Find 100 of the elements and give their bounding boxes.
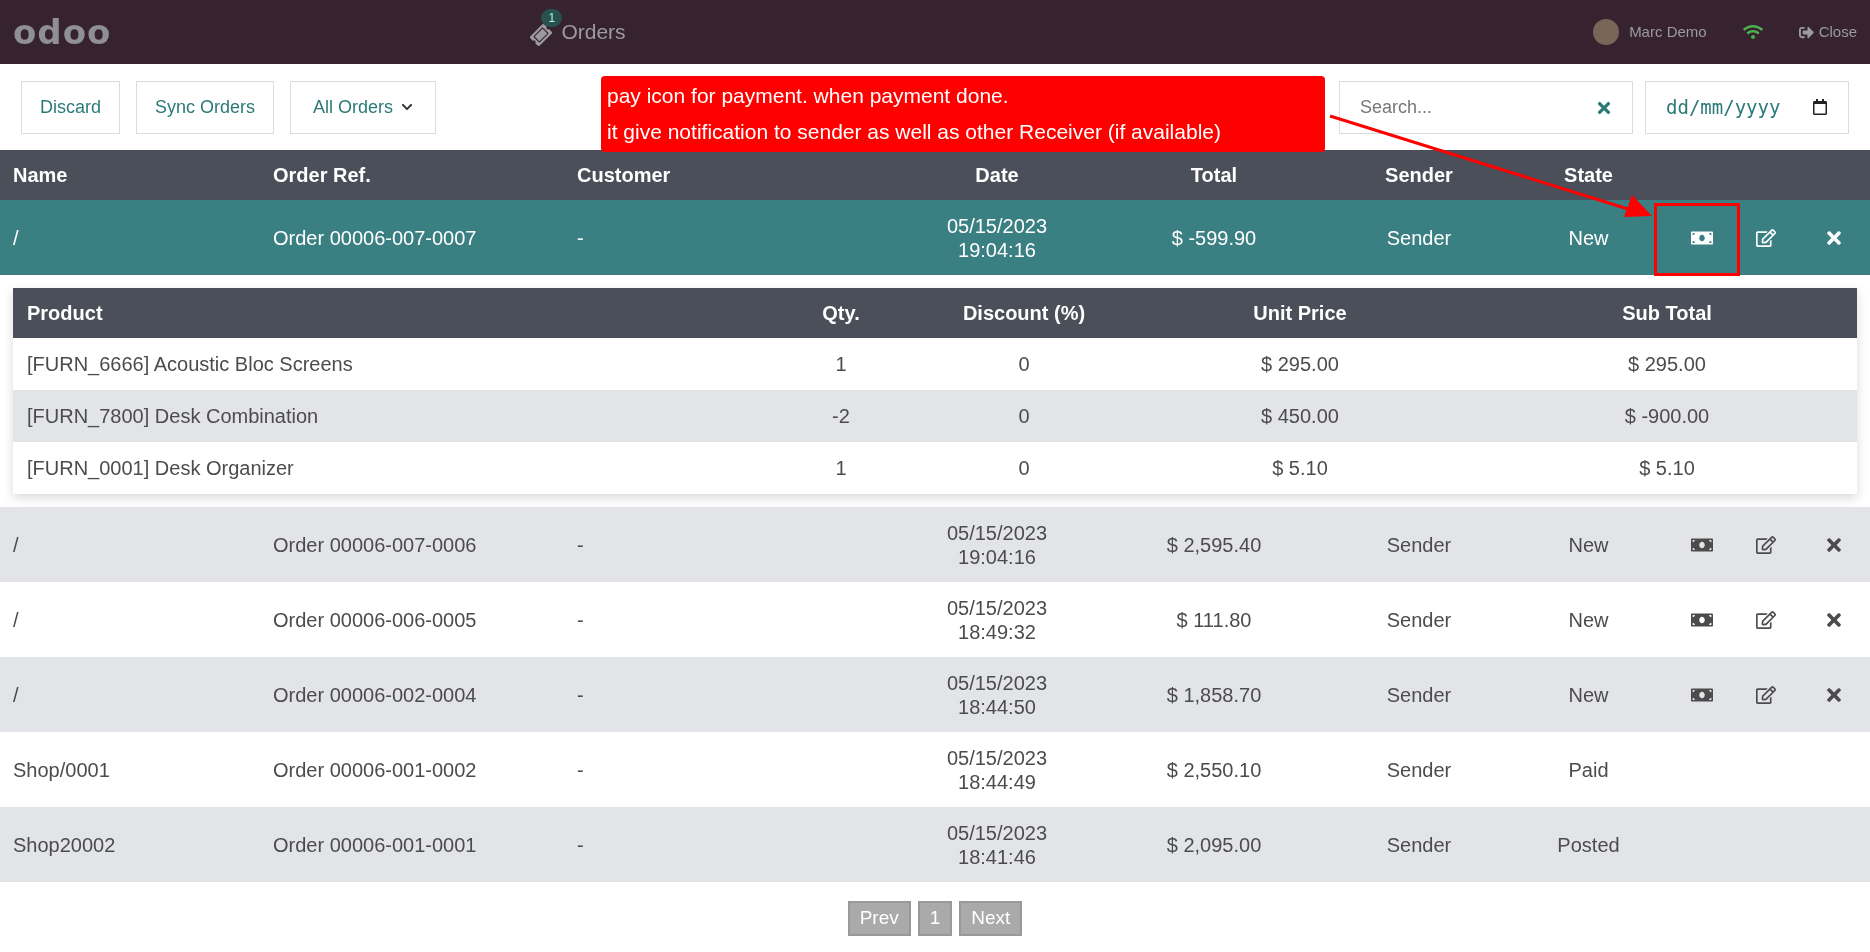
order-ref-cell-text: Order 00006-001-0002 [273, 757, 478, 783]
table-cell-text: $ -900.00 [1624, 404, 1710, 429]
customer-cell-text: - [577, 757, 585, 783]
order-ref-cell-text: Order 00006-007-0007 [273, 225, 478, 251]
customer-cell-text: - [577, 607, 585, 633]
calendar-icon [1812, 99, 1828, 115]
customer-cell-text: - [577, 832, 585, 858]
customer-cell-text: - [577, 682, 585, 708]
time-cell: 19:04:16 [958, 237, 1036, 262]
table-cell-text: 1 [835, 352, 847, 377]
total-cell-text: $ 2,095.00 [1165, 832, 1263, 858]
state-cell-text: Posted [1556, 832, 1621, 858]
table-cell-text: [FURN_6666] Acoustic Bloc Screens [27, 352, 354, 378]
count-badge: 1 [541, 9, 563, 27]
chevron-down-icon [401, 101, 414, 113]
column-header: Discount (%) [962, 301, 1086, 326]
exit-icon [1798, 24, 1814, 40]
order-row[interactable]: / Order 00006-007-0007 - 05/15/2023 19:04:16 $ -599.90 Sender New [0, 200, 1870, 275]
name-cell-text: / [13, 532, 20, 558]
date-cell: 05/15/2023 [946, 820, 1048, 845]
table-cell-text: -2 [832, 404, 850, 429]
user-name[interactable]: Marc Demo [1629, 20, 1707, 44]
state-cell-text: New [1567, 225, 1610, 251]
order-ref-cell-text: Order 00006-006-0005 [273, 607, 478, 633]
date-field[interactable]: dd/mm/yyyy [1645, 80, 1849, 134]
order-row[interactable]: / Order 00006-002-0004 - 05/15/2023 18:44:50 $ 1,858.70 Sender New [0, 657, 1870, 732]
total-cell-text: $ 2,595.40 [1165, 532, 1263, 558]
order-ref-cell-text: Order 00006-002-0004 [273, 682, 478, 708]
annotation-text: it give notification to sender as well as other Receiver (if available) [607, 119, 1222, 145]
table-cell-text: 1 [835, 456, 847, 481]
sender-cell-text: Sender [1385, 757, 1453, 783]
order-ref-cell-text: Order 00006-007-0006 [273, 532, 478, 558]
total-cell-text: $ 111.80 [1175, 607, 1253, 633]
logo[interactable]: odoo [13, 15, 112, 49]
name-cell-text: Shop/0001 [13, 757, 111, 783]
column-header: Order Ref. [273, 163, 372, 188]
sender-cell-text: Sender [1385, 225, 1453, 251]
column-header: Customer [577, 163, 672, 188]
sender-cell-text: Sender [1385, 607, 1453, 633]
toolbar-button[interactable]: Discard [21, 80, 120, 134]
total-cell-text: $ 1,858.70 [1165, 682, 1263, 708]
date-cell: 05/15/2023 [946, 595, 1048, 620]
state-cell-text: New [1567, 682, 1610, 708]
order-ref-cell-text: Order 00006-001-0001 [273, 832, 478, 858]
wifi-icon [1742, 22, 1763, 42]
order-row[interactable]: Shop20002 Order 00006-001-0001 - 05/15/2023 18:41:46 $ 2,095.00 Sender Posted [0, 807, 1870, 882]
table-cell-text: $ 295.00 [1261, 352, 1339, 377]
close-button[interactable]: Close [1798, 20, 1857, 44]
name-cell-text: / [13, 682, 20, 708]
time-cell: 18:49:32 [958, 619, 1036, 644]
table-cell-text: [FURN_0001] Desk Organizer [27, 456, 295, 482]
column-header: Total [1189, 163, 1239, 188]
edit-icon [1756, 609, 1776, 630]
toolbar-button[interactable]: Sync Orders [136, 80, 275, 134]
date-cell: 05/15/2023 [946, 213, 1048, 238]
total-cell-text: $ -599.90 [1170, 225, 1258, 251]
column-header: Sub Total [1622, 301, 1712, 326]
table-cell-text: $ 5.10 [1272, 456, 1328, 481]
table-cell-text: $ 5.10 [1639, 456, 1695, 481]
table-cell-text: 0 [1018, 352, 1030, 377]
column-header: Name [13, 163, 69, 188]
column-header: Qty. [822, 301, 860, 326]
table-cell-text: [FURN_7800] Desk Combination [27, 404, 320, 430]
page-title: Orders [561, 19, 626, 46]
sender-cell-text: Sender [1385, 682, 1453, 708]
time-cell: 18:41:46 [958, 844, 1036, 869]
edit-icon [1756, 684, 1776, 705]
column-header: Product [27, 301, 104, 326]
column-header: Sender [1384, 163, 1454, 188]
table-cell-text: 0 [1018, 456, 1030, 481]
sender-cell-text: Sender [1385, 532, 1453, 558]
table-cell-text: $ 295.00 [1628, 352, 1706, 377]
edit-icon [1756, 534, 1776, 555]
filter-dropdown[interactable]: All Orders [290, 80, 437, 134]
table-cell-text: 0 [1018, 404, 1030, 429]
name-cell-text: / [13, 607, 20, 633]
search-field[interactable]: Search... [1339, 80, 1633, 134]
time-cell: 18:44:50 [958, 694, 1036, 719]
date-cell: 05/15/2023 [946, 745, 1048, 770]
sender-cell-text: Sender [1385, 832, 1453, 858]
column-header: Unit Price [1253, 301, 1347, 326]
date-cell: 05/15/2023 [946, 520, 1048, 545]
avatar [1593, 19, 1620, 45]
customer-cell-text: - [577, 225, 585, 251]
annotation-text: pay icon for payment. when payment done. [607, 83, 1010, 109]
total-cell-text: $ 2,550.10 [1165, 757, 1263, 783]
state-cell-text: New [1567, 607, 1610, 633]
name-cell-text: Shop20002 [13, 832, 117, 858]
table-cell-text: $ 450.00 [1261, 404, 1339, 429]
order-row[interactable]: / Order 00006-007-0006 - 05/15/2023 19:04:16 $ 2,595.40 Sender New [0, 507, 1870, 582]
date-cell: 05/15/2023 [946, 670, 1048, 695]
time-cell: 18:44:49 [958, 769, 1036, 794]
column-header: State [1563, 163, 1614, 188]
edit-icon [1756, 227, 1776, 248]
time-cell: 19:04:16 [958, 544, 1036, 569]
name-cell-text: / [13, 225, 20, 251]
state-cell-text: Paid [1567, 757, 1610, 783]
state-cell-text: New [1567, 532, 1610, 558]
customer-cell-text: - [577, 532, 585, 558]
column-header: Date [974, 163, 1020, 188]
